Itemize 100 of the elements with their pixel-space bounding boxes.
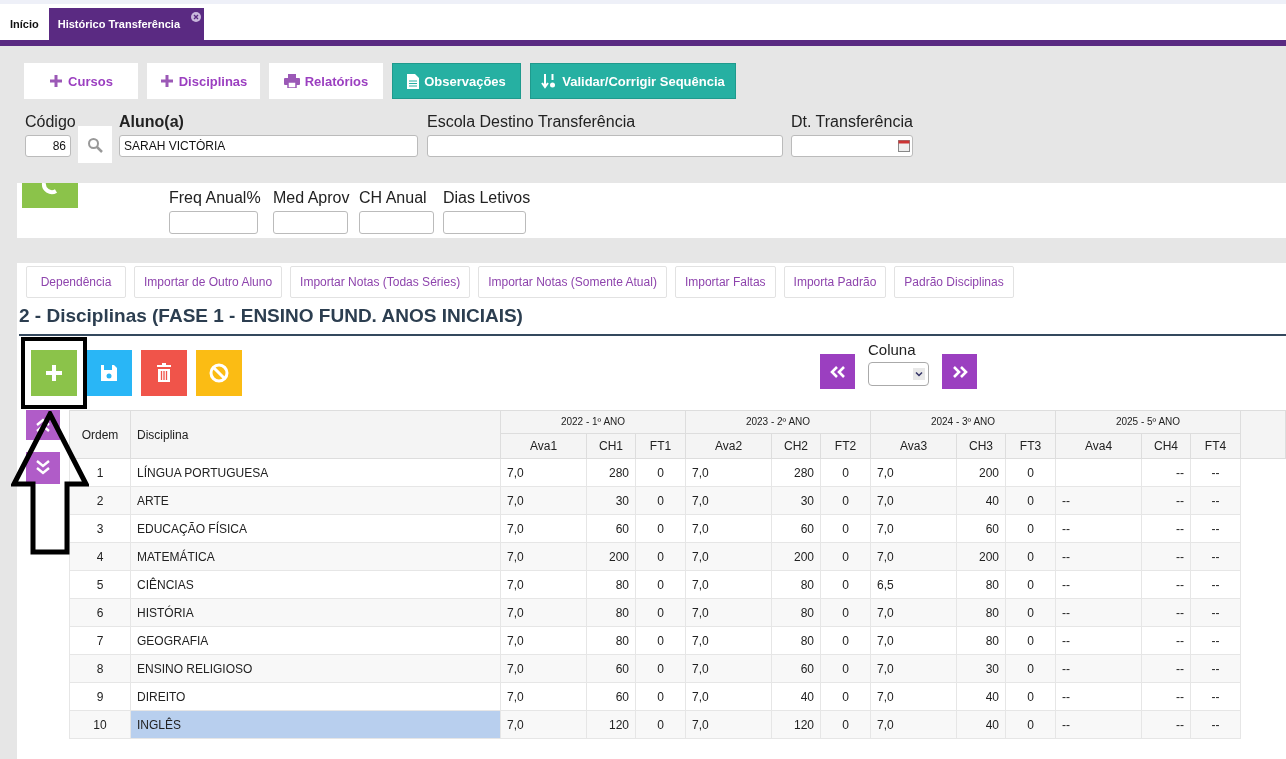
column-header[interactable]: Ordem bbox=[69, 410, 131, 459]
delete-button[interactable] bbox=[141, 350, 187, 396]
column-header[interactable]: Ava1 bbox=[500, 433, 587, 459]
subtab-button[interactable]: Padrão Disciplinas bbox=[894, 266, 1014, 298]
table-cell: 7,0 bbox=[500, 542, 587, 571]
table-cell: 5 bbox=[69, 570, 131, 599]
field-label: CH Anual bbox=[359, 189, 428, 207]
school-field[interactable] bbox=[427, 135, 783, 157]
toolbar-button[interactable]: Relatórios bbox=[269, 63, 383, 99]
table-cell[interactable]: INGLÊS bbox=[130, 710, 501, 739]
tab[interactable]: Histórico Transferência bbox=[48, 8, 204, 40]
table-cell: 7,0 bbox=[685, 542, 772, 571]
table-cell: 7,0 bbox=[870, 682, 957, 711]
plus-icon bbox=[159, 74, 174, 88]
double-down-chevron-icon bbox=[26, 452, 60, 484]
toolbar-button[interactable]: Cursos bbox=[24, 63, 138, 99]
highlight-frame bbox=[21, 337, 87, 409]
table-cell[interactable]: ENSINO RELIGIOSO bbox=[130, 654, 501, 683]
summary-field[interactable] bbox=[273, 211, 348, 234]
prohibited-icon bbox=[208, 362, 230, 384]
table-cell: 7,0 bbox=[685, 570, 772, 599]
table-cell[interactable]: GEOGRAFIA bbox=[130, 626, 501, 655]
table-cell: 6,5 bbox=[870, 570, 957, 599]
table-cell: 8 bbox=[69, 654, 131, 683]
add-button[interactable] bbox=[31, 350, 77, 396]
table-cell: 4 bbox=[69, 542, 131, 571]
table-cell: 7 bbox=[69, 626, 131, 655]
double-right-chevron-icon bbox=[951, 364, 968, 379]
student-name-field[interactable]: SARAH VICTÓRIA bbox=[119, 135, 418, 157]
table-cell: -- bbox=[1055, 682, 1142, 711]
sort-icon bbox=[541, 73, 558, 89]
field-label: Med Aprov bbox=[273, 189, 348, 207]
field-label: Freq Anual% bbox=[169, 189, 258, 207]
summary-field[interactable] bbox=[443, 211, 526, 234]
save-button[interactable] bbox=[86, 350, 132, 396]
subtab-button[interactable]: Importar Notas (Somente Atual) bbox=[478, 266, 667, 298]
table-cell: 6 bbox=[69, 598, 131, 627]
subtab-button[interactable]: Importar de Outro Aluno bbox=[134, 266, 283, 298]
field-label: Dt. Transferência bbox=[791, 113, 913, 131]
tab[interactable]: Início bbox=[0, 8, 49, 40]
table-cell: 7,0 bbox=[500, 682, 587, 711]
table-cell: -- bbox=[1055, 654, 1142, 683]
printer-icon bbox=[283, 74, 300, 88]
table-cell: 7,0 bbox=[870, 626, 957, 655]
table-cell[interactable]: ARTE bbox=[130, 486, 501, 515]
subtab-button[interactable]: Dependência bbox=[26, 266, 126, 298]
table-cell: 7,0 bbox=[500, 710, 587, 739]
table-cell: 7,0 bbox=[500, 458, 587, 487]
codigo-field[interactable]: 86 bbox=[25, 135, 71, 157]
table-cell: -- bbox=[1055, 570, 1142, 599]
table-cell[interactable]: DIREITO bbox=[130, 682, 501, 711]
column-header[interactable]: Ava3 bbox=[870, 433, 957, 459]
table-cell: 7,0 bbox=[500, 626, 587, 655]
cancel-button[interactable] bbox=[196, 350, 242, 396]
toolbar-button[interactable]: Disciplinas bbox=[147, 63, 260, 99]
year-header: 2025 - 5º ANO bbox=[1055, 410, 1241, 434]
column-header[interactable]: Ava4 bbox=[1055, 433, 1142, 459]
table-cell[interactable]: EDUCAÇÃO FÍSICA bbox=[130, 514, 501, 543]
table-cell: 7,0 bbox=[685, 710, 772, 739]
search-button[interactable] bbox=[78, 126, 112, 163]
column-header[interactable]: Ava2 bbox=[685, 433, 772, 459]
table-cell: 7,0 bbox=[500, 570, 587, 599]
table-cell: -- bbox=[1055, 542, 1142, 571]
table-cell: 10 bbox=[69, 710, 131, 739]
column-header[interactable]: Disciplina bbox=[130, 410, 501, 459]
field-label: Coluna bbox=[868, 341, 917, 359]
column-select[interactable] bbox=[868, 362, 929, 386]
date-field[interactable] bbox=[791, 135, 913, 157]
table-cell: 3 bbox=[69, 514, 131, 543]
table-cell: 7,0 bbox=[870, 486, 957, 515]
table-cell[interactable]: MATEMÁTICA bbox=[130, 542, 501, 571]
table-cell: 7,0 bbox=[500, 654, 587, 683]
table-cell: 7,0 bbox=[685, 458, 772, 487]
previous-column-button[interactable] bbox=[820, 354, 855, 389]
next-column-button[interactable] bbox=[942, 354, 977, 389]
dropdown-caret-icon bbox=[913, 368, 925, 380]
table-cell: 7,0 bbox=[685, 626, 772, 655]
table-cell: -- bbox=[1055, 598, 1142, 627]
table-cell: 7,0 bbox=[685, 514, 772, 543]
table-cell[interactable]: CIÊNCIAS bbox=[130, 570, 501, 599]
plus-icon bbox=[49, 74, 64, 88]
year-header: 2022 - 1º ANO bbox=[500, 410, 686, 434]
table-cell: 7,0 bbox=[870, 598, 957, 627]
table-cell: 7,0 bbox=[685, 598, 772, 627]
table-cell: 7,0 bbox=[870, 514, 957, 543]
close-icon[interactable] bbox=[191, 12, 201, 22]
table-cell[interactable]: LÍNGUA PORTUGUESA bbox=[130, 458, 501, 487]
table-cell: 7,0 bbox=[870, 458, 957, 487]
calendar-icon bbox=[898, 140, 910, 152]
search-icon bbox=[87, 136, 103, 153]
table-cell: 7,0 bbox=[500, 598, 587, 627]
summary-field[interactable] bbox=[169, 211, 258, 234]
subtab-button[interactable]: Importa Padrão bbox=[783, 266, 887, 298]
table-cell: -- bbox=[1055, 514, 1142, 543]
subtab-button[interactable]: Importar Faltas bbox=[674, 266, 776, 298]
subtab-button[interactable]: Importar Notas (Todas Séries) bbox=[290, 266, 471, 298]
summary-field[interactable] bbox=[359, 211, 434, 234]
field-label: Escola Destino Transferência bbox=[427, 113, 637, 131]
double-left-chevron-icon bbox=[829, 364, 846, 379]
table-cell[interactable]: HISTÓRIA bbox=[130, 598, 501, 627]
